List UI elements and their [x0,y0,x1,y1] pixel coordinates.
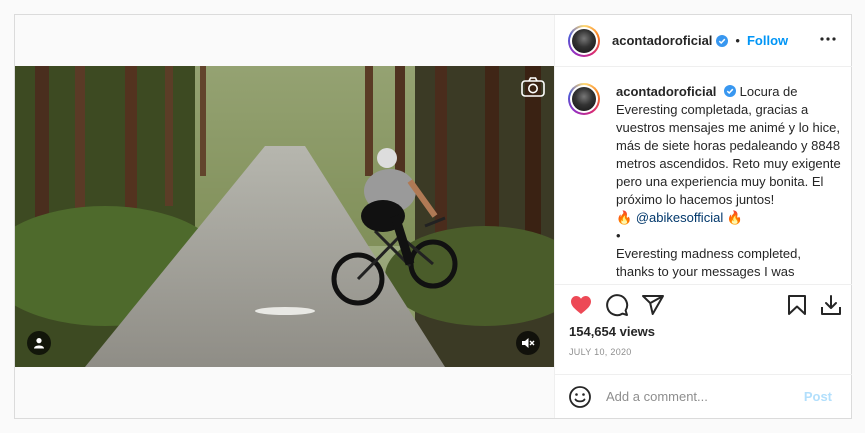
post-caption: acontadoroficial Locura de Everesting co… [555,67,852,285]
download-icon[interactable] [819,293,843,317]
post-date[interactable]: JULY 10, 2020 [569,347,632,357]
caption-english-text: Everesting madness completed, thanks to … [616,246,801,279]
follow-button[interactable]: Follow [747,33,788,48]
emoji-icon[interactable] [568,385,592,409]
fire-emoji: 🔥 [616,210,633,225]
camera-icon [521,77,545,97]
fire-emoji: 🔥 [726,210,744,225]
bullet: • [616,228,621,243]
more-options-icon[interactable] [818,29,838,49]
header-username[interactable]: acontadoroficial [612,33,712,48]
post-video[interactable] [15,66,554,367]
separator-dot: • [735,33,740,48]
post-comment-button[interactable]: Post [804,389,832,404]
verified-badge-icon [724,85,737,97]
share-icon[interactable] [641,293,665,317]
avatar[interactable] [568,83,600,115]
caption-username[interactable]: acontadoroficial [616,84,716,99]
avatar[interactable] [568,24,600,57]
comment-box: Post [555,374,852,418]
post-media-area [15,15,554,418]
verified-badge-icon [716,34,729,47]
caption-spanish-text: Locura de Everesting completada, gracias… [616,84,841,207]
view-count[interactable]: 154,654 views [569,324,655,339]
comment-icon[interactable] [605,293,629,317]
mention-link[interactable]: @abikesofficial [636,210,723,225]
instagram-post: acontadoroficial • Follow acontadorofici… [14,14,852,419]
comment-input[interactable] [604,388,788,405]
post-header: acontadoroficial • Follow [555,15,852,67]
caption-text: acontadoroficial Locura de Everesting co… [616,83,842,281]
bookmark-icon[interactable] [785,293,809,317]
user-tag-icon[interactable] [27,331,51,355]
muted-speaker-icon[interactable] [516,331,540,355]
post-sidebar: acontadoroficial • Follow acontadorofici… [554,15,852,418]
action-bar [555,285,852,325]
heart-icon[interactable] [569,293,593,317]
cyclist-video-frame [15,66,554,367]
